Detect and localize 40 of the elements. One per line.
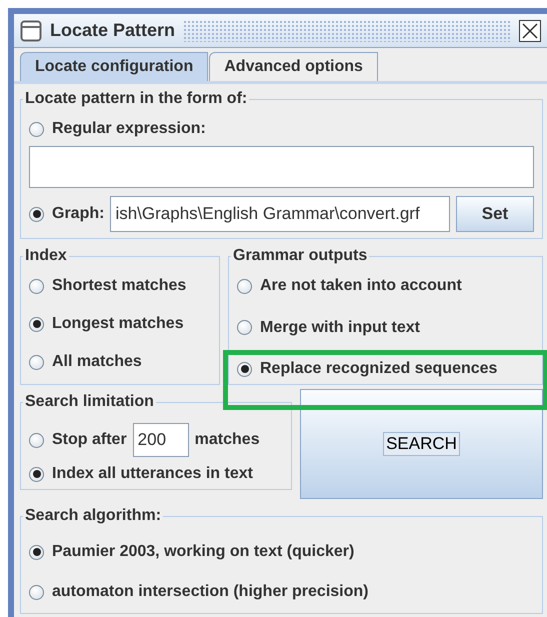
option-label[interactable]: Shortest matches [52,277,186,295]
group-title: Search algorithm: [24,507,162,525]
radio-button[interactable] [237,278,252,294]
radio-button[interactable] [29,278,44,294]
option-label[interactable]: Longest matches [52,315,184,333]
window-title: Locate Pattern [50,20,176,41]
set-button[interactable]: Set [456,196,534,232]
group-title: Locate pattern in the form of: [24,90,248,108]
radio-button[interactable] [237,362,252,376]
radio-button[interactable] [29,206,44,222]
radio-button[interactable] [29,466,44,482]
radio-button[interactable] [29,122,44,136]
graph-path-field[interactable]: ish\Graphs\English Grammar\convert.grf [110,196,450,232]
group-title: Search limitation [24,393,155,411]
tab[interactable]: Advanced options [209,52,378,81]
search-button[interactable]: SEARCH [300,389,543,499]
option-label[interactable]: automaton intersection (higher precision) [52,583,368,601]
radio-button[interactable] [29,584,44,600]
radio-button[interactable] [29,544,44,560]
close-icon[interactable] [519,20,541,42]
match-limit-field[interactable]: 200 [132,423,189,457]
group-title: Grammar outputs [232,247,368,265]
option-label[interactable]: All matches [52,353,142,371]
option-label[interactable]: Are not taken into account [260,277,462,295]
option-label[interactable]: Regular expression: [52,120,206,138]
option-label[interactable]: Replace recognized sequences [260,360,498,378]
radio-button[interactable] [29,432,44,448]
option-label[interactable]: Paumier 2003, working on text (quicker) [52,543,354,561]
radio-button[interactable] [29,354,44,370]
option-label[interactable]: Index all utterances in text [52,465,253,483]
group-title: Index [24,247,68,265]
option-label[interactable]: Stop after [52,431,127,449]
regex-field[interactable] [29,146,534,188]
window-icon [20,20,42,42]
field-suffix: matches [194,431,260,449]
option-label[interactable]: Merge with input text [260,318,420,336]
radio-button[interactable] [237,320,252,335]
option-label[interactable]: Graph: [52,205,104,223]
tab[interactable]: Locate configuration [20,52,208,81]
radio-button[interactable] [29,316,44,332]
